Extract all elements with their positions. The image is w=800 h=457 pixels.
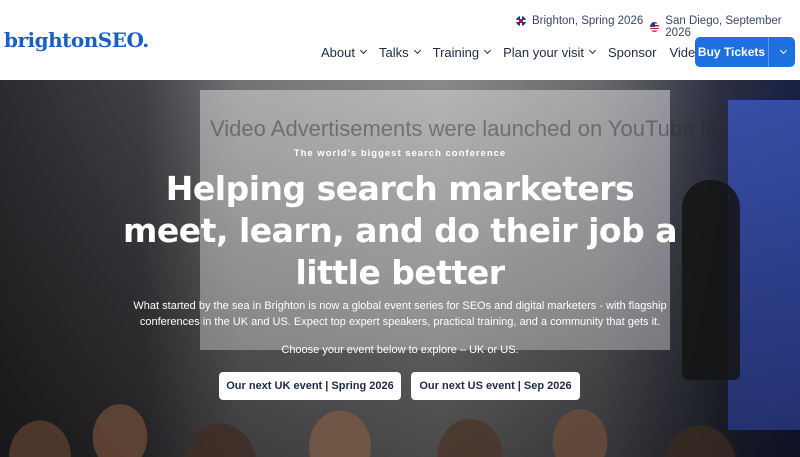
hero-tagline: The world's biggest search conference [293, 148, 507, 159]
uk-event-label: Brighton, Spring 2026 [532, 15, 644, 27]
us-event-cta-button[interactable]: Our next US event | Sep 2026 [411, 372, 580, 400]
uk-event-cta-button[interactable]: Our next UK event | Spring 2026 [219, 372, 401, 400]
nav-item-sponsor[interactable]: Sponsor [608, 45, 656, 60]
nav-talks-label: Talks [378, 44, 409, 60]
nav-plan-label: Plan your visit [503, 44, 585, 60]
nav-item-plan-your-visit[interactable]: Plan your visit [503, 44, 597, 60]
chevron-down-icon [413, 46, 421, 55]
hero-intro: What started by the sea in Brighton is n… [133, 300, 667, 328]
chevron-down-icon [779, 46, 787, 55]
chevron-down-icon [484, 46, 492, 55]
us-event-label: San Diego, September 2026 [665, 15, 782, 39]
uk-flag-icon [516, 16, 526, 26]
background-screen-text: Video Advertisements were launched on Yo… [210, 116, 718, 141]
buy-tickets-label: Buy Tickets [697, 45, 766, 59]
nav-training-label: Training [432, 44, 480, 60]
hero-choose-text: Choose your event below to explore – UK … [281, 344, 519, 356]
buy-tickets-dropdown[interactable] [769, 46, 795, 55]
nav-about-label: About [321, 44, 355, 60]
chevron-down-icon [359, 46, 368, 55]
main-nav: About Talks Training Plan your visit Spo… [321, 43, 722, 61]
us-flag-icon [650, 22, 660, 32]
site-header: brightonSEO. Brighton, Spring 2026 San D… [0, 0, 800, 80]
nav-item-training[interactable]: Training [432, 44, 492, 60]
hero-section: Video Advertisements were launched on Yo… [0, 80, 800, 457]
chevron-down-icon [588, 46, 597, 55]
nav-item-about[interactable]: About [321, 44, 368, 60]
nav-item-talks[interactable]: Talks [378, 44, 421, 60]
hero-headline: Helping search marketers meet, learn, an… [123, 169, 677, 292]
us-event-link[interactable]: San Diego, September 2026 [650, 15, 800, 39]
brightonseo-logo[interactable]: brightonSEO. [4, 28, 149, 52]
nav-sponsor-label: Sponsor [608, 44, 657, 60]
buy-tickets-button[interactable]: Buy Tickets [695, 37, 795, 67]
uk-event-link[interactable]: Brighton, Spring 2026 [516, 15, 643, 27]
